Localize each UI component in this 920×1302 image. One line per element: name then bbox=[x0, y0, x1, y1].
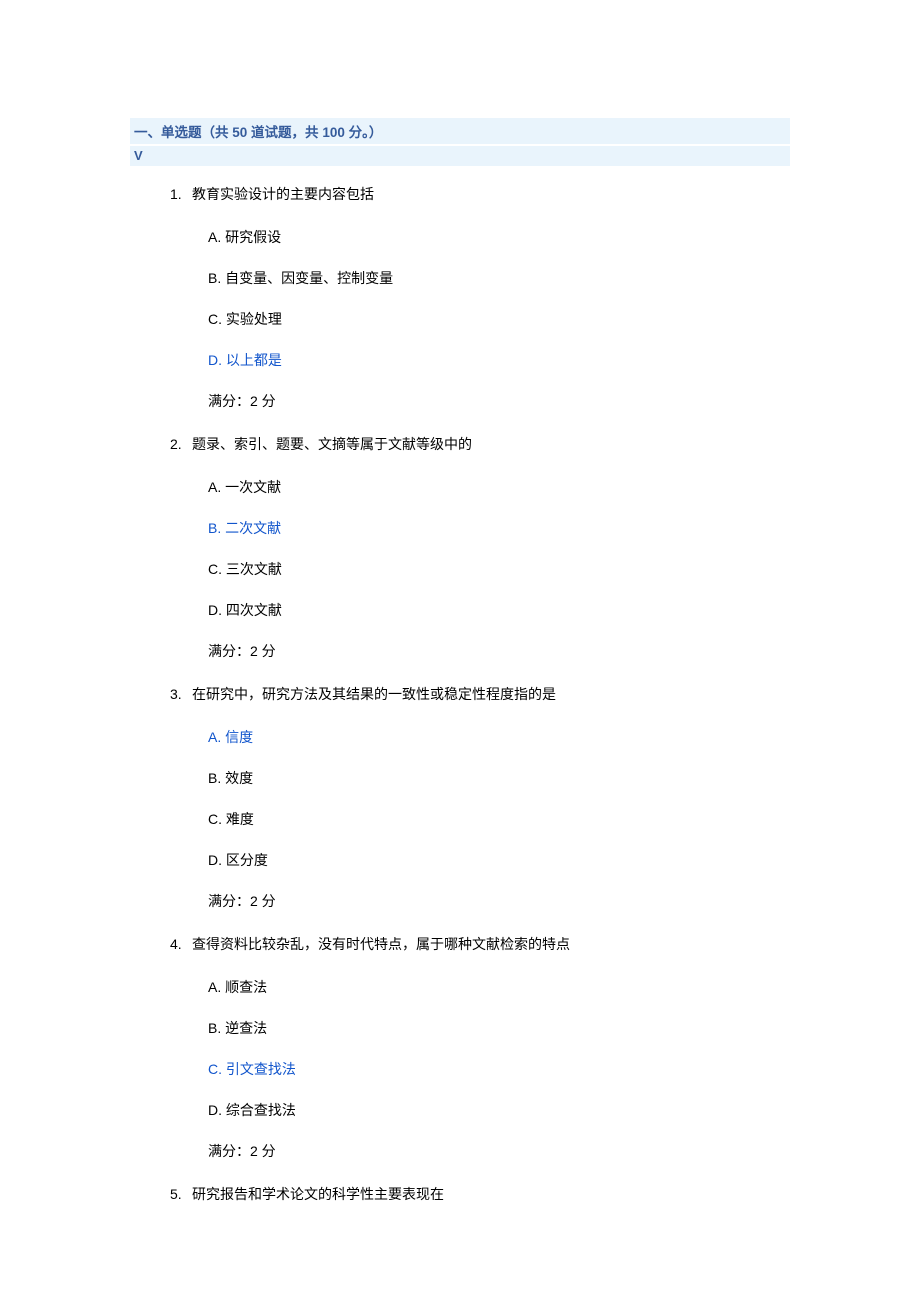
question-stem: 2.题录、索引、题要、文摘等属于文献等级中的 bbox=[170, 434, 790, 455]
question-text: 研究报告和学术论文的科学性主要表现在 bbox=[192, 1184, 444, 1205]
option-label: C. bbox=[208, 1061, 222, 1077]
option-label: D. bbox=[208, 602, 222, 618]
options-list: A. 一次文献 B. 二次文献 C. 三次文献 D. 四次文献 bbox=[208, 477, 790, 621]
questions-container: 1.教育实验设计的主要内容包括 A. 研究假设 B. 自变量、因变量、控制变量 C. … bbox=[130, 184, 790, 1205]
section-title: 一、单选题（共 50 道试题，共 100 分。） bbox=[134, 125, 382, 140]
section-header: 一、单选题（共 50 道试题，共 100 分。） bbox=[130, 118, 790, 144]
question-block: 4.查得资料比较杂乱，没有时代特点，属于哪种文献检索的特点 A. 顺查法 B. 逆查… bbox=[170, 934, 790, 1162]
option-item: C. 三次文献 bbox=[208, 559, 790, 580]
option-item: B. 二次文献 bbox=[208, 518, 790, 539]
option-text: 区分度 bbox=[226, 852, 268, 868]
question-number: 4. bbox=[170, 934, 192, 955]
option-text: 效度 bbox=[225, 770, 253, 786]
question-number: 1. bbox=[170, 184, 192, 205]
option-label: A. bbox=[208, 229, 221, 245]
full-score-label: 满分：2 分 bbox=[208, 891, 790, 912]
title-mid: 道试题，共 bbox=[247, 125, 322, 140]
option-label: C. bbox=[208, 561, 222, 577]
options-list: A. 研究假设 B. 自变量、因变量、控制变量 C. 实验处理 D. 以上都是 bbox=[208, 227, 790, 371]
question-stem: 4.查得资料比较杂乱，没有时代特点，属于哪种文献检索的特点 bbox=[170, 934, 790, 955]
option-item: D. 区分度 bbox=[208, 850, 790, 871]
option-item: A. 研究假设 bbox=[208, 227, 790, 248]
option-item: C. 难度 bbox=[208, 809, 790, 830]
option-item: D. 综合查找法 bbox=[208, 1100, 790, 1121]
option-item: A. 顺查法 bbox=[208, 977, 790, 998]
option-text: 引文查找法 bbox=[226, 1061, 296, 1077]
question-text: 查得资料比较杂乱，没有时代特点，属于哪种文献检索的特点 bbox=[192, 934, 570, 955]
section-check-row: V bbox=[130, 146, 790, 166]
question-stem: 5.研究报告和学术论文的科学性主要表现在 bbox=[170, 1184, 790, 1205]
option-text: 三次文献 bbox=[226, 561, 282, 577]
question-block: 1.教育实验设计的主要内容包括 A. 研究假设 B. 自变量、因变量、控制变量 C. … bbox=[170, 184, 790, 412]
question-text: 在研究中，研究方法及其结果的一致性或稳定性程度指的是 bbox=[192, 684, 556, 705]
option-label: B. bbox=[208, 770, 221, 786]
title-prefix: 一、单选题（共 bbox=[134, 125, 232, 140]
question-stem: 3.在研究中，研究方法及其结果的一致性或稳定性程度指的是 bbox=[170, 684, 790, 705]
option-text: 信度 bbox=[225, 729, 253, 745]
question-number: 3. bbox=[170, 684, 192, 705]
option-text: 自变量、因变量、控制变量 bbox=[225, 270, 393, 286]
option-text: 研究假设 bbox=[225, 229, 281, 245]
option-item: D. 以上都是 bbox=[208, 350, 790, 371]
option-item: A. 信度 bbox=[208, 727, 790, 748]
option-label: B. bbox=[208, 270, 221, 286]
option-text: 实验处理 bbox=[226, 311, 282, 327]
option-label: A. bbox=[208, 479, 221, 495]
option-label: C. bbox=[208, 311, 222, 327]
options-list: A. 顺查法 B. 逆查法 C. 引文查找法 D. 综合查找法 bbox=[208, 977, 790, 1121]
document-page: 一、单选题（共 50 道试题，共 100 分。） V 1.教育实验设计的主要内容… bbox=[0, 0, 920, 1287]
option-item: C. 实验处理 bbox=[208, 309, 790, 330]
option-text: 二次文献 bbox=[225, 520, 281, 536]
option-text: 四次文献 bbox=[226, 602, 282, 618]
option-item: B. 自变量、因变量、控制变量 bbox=[208, 268, 790, 289]
question-block: 2.题录、索引、题要、文摘等属于文献等级中的 A. 一次文献 B. 二次文献 C. 三… bbox=[170, 434, 790, 662]
option-label: A. bbox=[208, 979, 221, 995]
option-label: B. bbox=[208, 1020, 221, 1036]
question-block: 3.在研究中，研究方法及其结果的一致性或稳定性程度指的是 A. 信度 B. 效度 C.… bbox=[170, 684, 790, 912]
option-item: B. 逆查法 bbox=[208, 1018, 790, 1039]
option-text: 难度 bbox=[226, 811, 254, 827]
total-score: 100 bbox=[322, 125, 345, 140]
question-number: 2. bbox=[170, 434, 192, 455]
question-count: 50 bbox=[232, 125, 247, 140]
question-block: 5.研究报告和学术论文的科学性主要表现在 bbox=[170, 1184, 790, 1205]
option-label: C. bbox=[208, 811, 222, 827]
option-label: D. bbox=[208, 1102, 222, 1118]
check-mark: V bbox=[134, 148, 143, 163]
option-text: 顺查法 bbox=[225, 979, 267, 995]
full-score-label: 满分：2 分 bbox=[208, 641, 790, 662]
option-text: 逆查法 bbox=[225, 1020, 267, 1036]
full-score-label: 满分：2 分 bbox=[208, 1141, 790, 1162]
options-list: A. 信度 B. 效度 C. 难度 D. 区分度 bbox=[208, 727, 790, 871]
question-text: 教育实验设计的主要内容包括 bbox=[192, 184, 374, 205]
question-stem: 1.教育实验设计的主要内容包括 bbox=[170, 184, 790, 205]
full-score-label: 满分：2 分 bbox=[208, 391, 790, 412]
question-text: 题录、索引、题要、文摘等属于文献等级中的 bbox=[192, 434, 472, 455]
title-suffix: 分。） bbox=[345, 125, 383, 140]
option-text: 综合查找法 bbox=[226, 1102, 296, 1118]
option-text: 一次文献 bbox=[225, 479, 281, 495]
option-label: A. bbox=[208, 729, 221, 745]
option-item: C. 引文查找法 bbox=[208, 1059, 790, 1080]
option-label: D. bbox=[208, 352, 222, 368]
option-item: A. 一次文献 bbox=[208, 477, 790, 498]
option-text: 以上都是 bbox=[226, 352, 282, 368]
option-item: B. 效度 bbox=[208, 768, 790, 789]
question-number: 5. bbox=[170, 1184, 192, 1205]
option-item: D. 四次文献 bbox=[208, 600, 790, 621]
option-label: B. bbox=[208, 520, 221, 536]
option-label: D. bbox=[208, 852, 222, 868]
